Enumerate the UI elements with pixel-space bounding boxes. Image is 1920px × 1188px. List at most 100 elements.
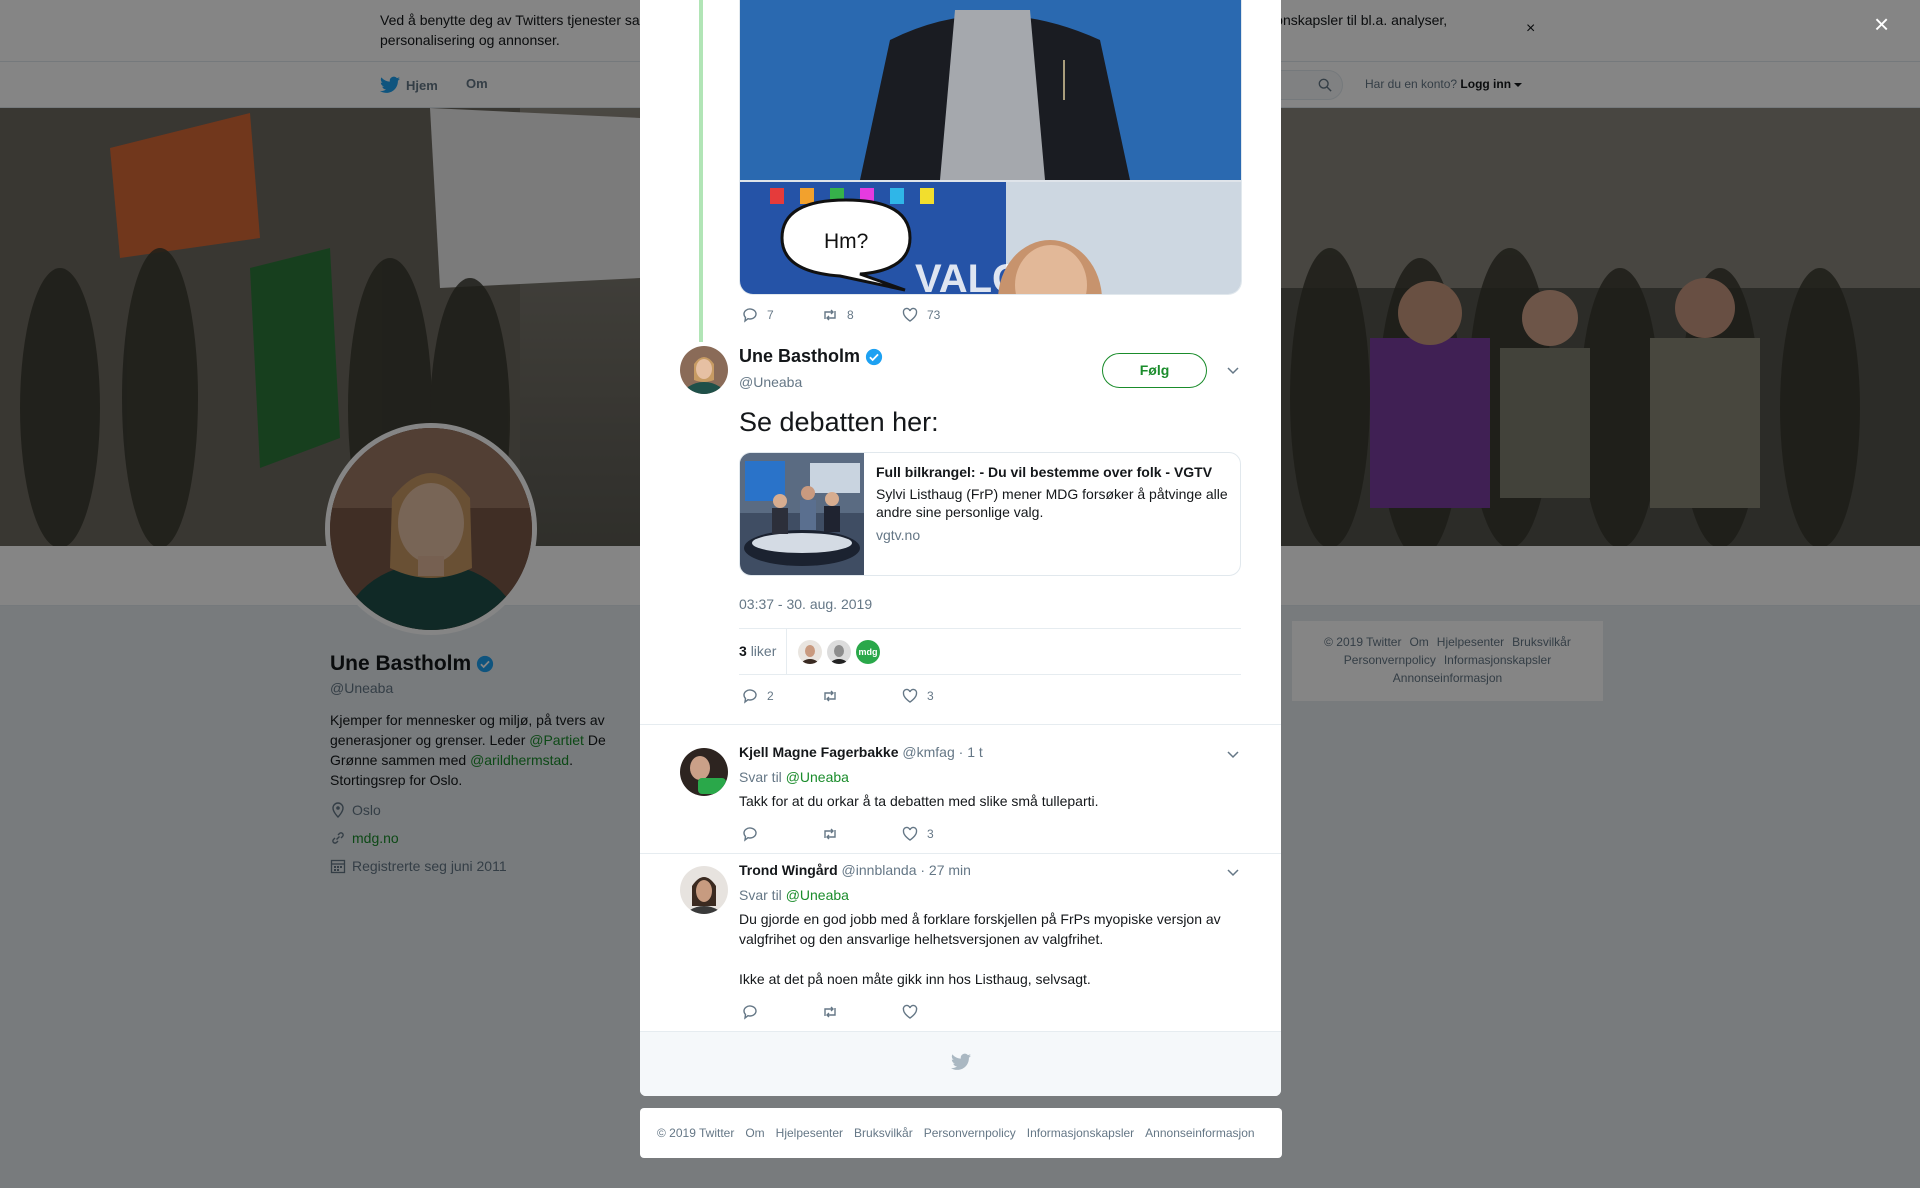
main-tweet-actions: 2 3	[742, 688, 982, 704]
divider	[640, 724, 1281, 725]
retweet-action[interactable]	[822, 1004, 902, 1020]
likes-stat[interactable]: 3 liker	[739, 643, 776, 659]
like-action[interactable]: 3	[902, 826, 982, 842]
reply-action[interactable]: 7	[742, 307, 822, 323]
reply-count: 2	[767, 689, 774, 703]
tweet-stats: 3 liker mdg	[739, 628, 1241, 675]
retweet-icon	[824, 309, 836, 321]
thread-connector	[699, 0, 703, 342]
link-card-description: Sylvi Listhaug (FrP) mener MDG forsøker …	[876, 486, 1228, 520]
reply-author-handle: @kmfag	[902, 744, 955, 760]
follow-button[interactable]: Følg	[1102, 353, 1207, 388]
reply-text: Takk for at du orkar å ta debatten med s…	[739, 793, 1099, 809]
author-handle[interactable]: @Uneaba	[739, 374, 802, 390]
reply-author-name: Kjell Magne Fagerbakke	[739, 744, 899, 760]
reply-to-label: Svar til	[739, 887, 782, 903]
reply-to-line: Svar til @Uneaba	[739, 769, 849, 785]
author-name[interactable]: Une Bastholm	[739, 346, 883, 367]
reply-icon	[743, 1005, 757, 1020]
like-action[interactable]	[902, 1004, 982, 1020]
reply-author[interactable]: Trond Wingård @innblanda · 27 min	[739, 862, 971, 878]
reply-to-link[interactable]: @Uneaba	[786, 769, 849, 785]
footer-ads-info[interactable]: Annonseinformasjon	[1145, 1126, 1254, 1140]
reply-action[interactable]: 2	[742, 688, 822, 704]
reply-to-label: Svar til	[739, 769, 782, 785]
tweet-text: Se debatten her:	[739, 407, 939, 437]
twitter-bird-icon	[951, 1053, 971, 1070]
previous-tweet-photo: VALG 20	[740, 0, 1241, 294]
footer-cookies[interactable]: Informasjonskapsler	[1027, 1126, 1134, 1140]
reply-menu-chevron-icon[interactable]	[1226, 865, 1240, 879]
reply-2-actions	[742, 1004, 982, 1020]
author-avatar-photo	[680, 346, 728, 394]
heart-icon	[902, 1004, 918, 1019]
retweet-icon	[824, 690, 836, 702]
link-card-domain: vgtv.no	[876, 527, 921, 543]
reply-menu-chevron-icon[interactable]	[1226, 747, 1240, 761]
retweet-action[interactable]	[822, 688, 902, 704]
reply-time: · 1 t	[958, 744, 983, 760]
liker-avatar-1[interactable]	[798, 640, 822, 664]
reply-time: · 27 min	[920, 862, 971, 878]
liker-avatar-2[interactable]	[827, 640, 851, 664]
liker-avatar-2-photo	[827, 640, 851, 664]
reply-to-line: Svar til @Uneaba	[739, 887, 849, 903]
speech-bubble-text: Hm?	[824, 230, 869, 253]
reply-2-avatar-photo	[680, 866, 728, 914]
author-name-text: Une Bastholm	[739, 346, 861, 366]
likes-stat-label: liker	[750, 643, 777, 659]
previous-tweet-actions: 7 8 73	[742, 307, 982, 323]
author-avatar[interactable]	[680, 346, 728, 394]
footer-terms[interactable]: Bruksvilkår	[854, 1126, 913, 1140]
reply-1-actions: 3	[742, 826, 982, 842]
tweet-timestamp[interactable]: 03:37 - 30. aug. 2019	[739, 596, 872, 612]
reply-text-paragraph-1: Du gjorde en god jobb med å forklare for…	[739, 911, 1221, 947]
previous-tweet-media[interactable]: VALG 20 Hm?	[739, 0, 1242, 295]
modal-footer	[640, 1031, 1281, 1096]
modal-bottom-footer: © 2019 Twitter Om Hjelpesenter Bruksvilk…	[640, 1108, 1282, 1158]
reply-avatar[interactable]	[680, 866, 728, 914]
reply-1-avatar-photo	[680, 748, 728, 796]
heart-icon	[902, 307, 918, 322]
like-action[interactable]: 73	[902, 307, 982, 323]
heart-icon	[902, 688, 918, 703]
liker-avatar-1-photo	[798, 640, 822, 664]
retweet-icon	[824, 828, 836, 840]
verified-badge-icon	[865, 348, 883, 365]
reply-action[interactable]	[742, 826, 822, 842]
modal-close-button[interactable]: ×	[1874, 11, 1889, 37]
retweet-icon	[824, 1006, 836, 1018]
link-card-body: Full bilkrangel: - Du vil bestemme over …	[876, 463, 1232, 543]
tweet-menu-chevron-icon[interactable]	[1226, 363, 1240, 377]
reply-author-handle: @innblanda	[841, 862, 917, 878]
reply-to-link[interactable]: @Uneaba	[786, 887, 849, 903]
footer-privacy[interactable]: Personvernpolicy	[924, 1126, 1016, 1140]
like-count: 3	[927, 827, 934, 841]
stats-divider	[786, 629, 787, 675]
retweet-action[interactable]: 8	[822, 307, 902, 323]
like-count: 73	[927, 308, 941, 322]
retweet-action[interactable]	[822, 826, 902, 842]
link-card-title: Full bilkrangel: - Du vil bestemme over …	[876, 464, 1213, 480]
retweet-count: 8	[847, 308, 854, 322]
reply-icon	[743, 689, 757, 704]
footer-help[interactable]: Hjelpesenter	[776, 1126, 843, 1140]
link-card[interactable]: Full bilkrangel: - Du vil bestemme over …	[739, 452, 1241, 576]
reply-icon	[743, 827, 757, 842]
heart-icon	[902, 826, 918, 841]
reply-count: 7	[767, 308, 774, 322]
footer-about[interactable]: Om	[745, 1126, 764, 1140]
like-action[interactable]: 3	[902, 688, 982, 704]
footer-copyright: © 2019 Twitter	[657, 1126, 735, 1140]
divider	[640, 853, 1281, 854]
reply-avatar[interactable]	[680, 748, 728, 796]
reply-author-name: Trond Wingård	[739, 862, 838, 878]
link-card-thumbnail	[740, 453, 864, 575]
like-count: 3	[927, 689, 934, 703]
liker-avatar-3[interactable]: mdg	[856, 640, 880, 664]
reply-action[interactable]	[742, 1004, 822, 1020]
reply-text-paragraph-2: Ikke at det på noen måte gikk inn hos Li…	[739, 971, 1091, 987]
reply-author[interactable]: Kjell Magne Fagerbakke @kmfag · 1 t	[739, 744, 983, 760]
tweet-modal: VALG 20 Hm? 7 8 73 Une Bastholm @Uneaba …	[640, 0, 1281, 1096]
card-thumbnail-image	[740, 453, 864, 575]
